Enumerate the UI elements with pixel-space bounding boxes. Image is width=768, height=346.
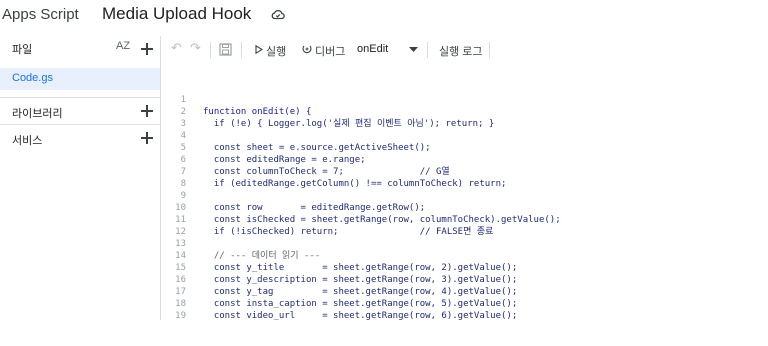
code-line: 6 const columnToCheck = 7; // G열	[161, 142, 768, 177]
chevron-down-icon	[409, 47, 418, 52]
file-name: Code.gs	[12, 72, 53, 84]
code-text: const video_url = sheet.getRange(row, 6)…	[203, 311, 518, 321]
sort-az-icon[interactable]: AZ	[116, 40, 130, 52]
debug-icon	[302, 45, 312, 54]
function-select-value: onEdit	[357, 43, 389, 55]
editor-toolbar: ↶ ↷ 실행 디버그 onEdit 실행 로그	[161, 36, 768, 63]
code-line: 19	[161, 298, 768, 321]
app-name[interactable]: Apps Script	[2, 6, 79, 23]
code-line: 3	[161, 106, 768, 129]
add-service-icon[interactable]	[141, 132, 153, 144]
toolbar-divider	[241, 42, 242, 58]
cloud-sync-icon[interactable]	[271, 8, 285, 20]
execution-log-button[interactable]: 실행 로그	[439, 43, 483, 59]
toolbar-divider	[489, 42, 490, 58]
debug-button[interactable]: 디버그	[302, 36, 354, 62]
play-icon	[255, 45, 263, 54]
libraries-section[interactable]: 라이브러리	[0, 97, 160, 124]
toolbar-divider	[427, 42, 428, 58]
code-line: 18 const video_url = sheet.getRange(row,…	[161, 286, 768, 321]
redo-icon[interactable]: ↷	[190, 40, 201, 56]
save-icon[interactable]	[219, 43, 232, 56]
code-line: 17 const insta_caption = sheet.getRange(…	[161, 274, 768, 309]
code-line: 13 // --- 데이터 읽기 ---	[161, 226, 768, 261]
code-line: 7 if (editedRange.getColumn() !== column…	[161, 154, 768, 189]
code-line: 11 if (!isChecked) return; // FALSE면 종료	[161, 202, 768, 237]
function-select[interactable]: onEdit	[357, 36, 421, 62]
services-label: 서비스	[12, 135, 43, 147]
line-number: 19	[175, 311, 186, 321]
code-line: 10 const isChecked = sheet.getRange(row,…	[161, 190, 768, 225]
code-line: 9 const row = editedRange.getRow();	[161, 178, 768, 213]
add-file-icon[interactable]	[141, 43, 153, 55]
files-label: 파일	[12, 44, 33, 56]
code-line: 16 const y_tag = sheet.getRange(row, 4).…	[161, 262, 768, 297]
code-line: 4 const sheet = e.source.getActiveSheet(…	[161, 118, 768, 153]
code-line: 14 const y_title = sheet.getRange(row, 2…	[161, 238, 768, 273]
top-bar: Apps Script Media Upload Hook	[0, 0, 768, 32]
libraries-label: 라이브러리	[12, 108, 63, 120]
undo-icon[interactable]: ↶	[171, 40, 182, 56]
file-item-code-gs[interactable]: Code.gs	[0, 68, 160, 90]
code-line: 8	[161, 166, 768, 189]
file-sidebar: 파일 AZ Code.gs 라이브러리 서비스	[0, 36, 161, 320]
code-line: 15 const y_description = sheet.getRange(…	[161, 250, 768, 285]
debug-label: 디버그	[315, 46, 346, 58]
services-section[interactable]: 서비스	[0, 124, 160, 151]
code-line: 1 function onEdit(e) {	[161, 82, 768, 117]
add-library-icon[interactable]	[141, 105, 153, 117]
run-label: 실행	[266, 46, 287, 58]
toolbar-divider	[210, 42, 211, 58]
code-line: 2 if (!e) { Logger.log('실제 편집 이벤트 아님'); …	[161, 94, 768, 129]
files-section-header: 파일 AZ	[0, 36, 160, 61]
code-line: 5 const editedRange = e.range;	[161, 130, 768, 165]
run-button[interactable]: 실행	[255, 36, 299, 62]
project-title[interactable]: Media Upload Hook	[102, 4, 251, 24]
code-editor[interactable]: 1 function onEdit(e) { 2 if (!e) { Logge…	[161, 62, 768, 321]
code-line: 12	[161, 214, 768, 237]
